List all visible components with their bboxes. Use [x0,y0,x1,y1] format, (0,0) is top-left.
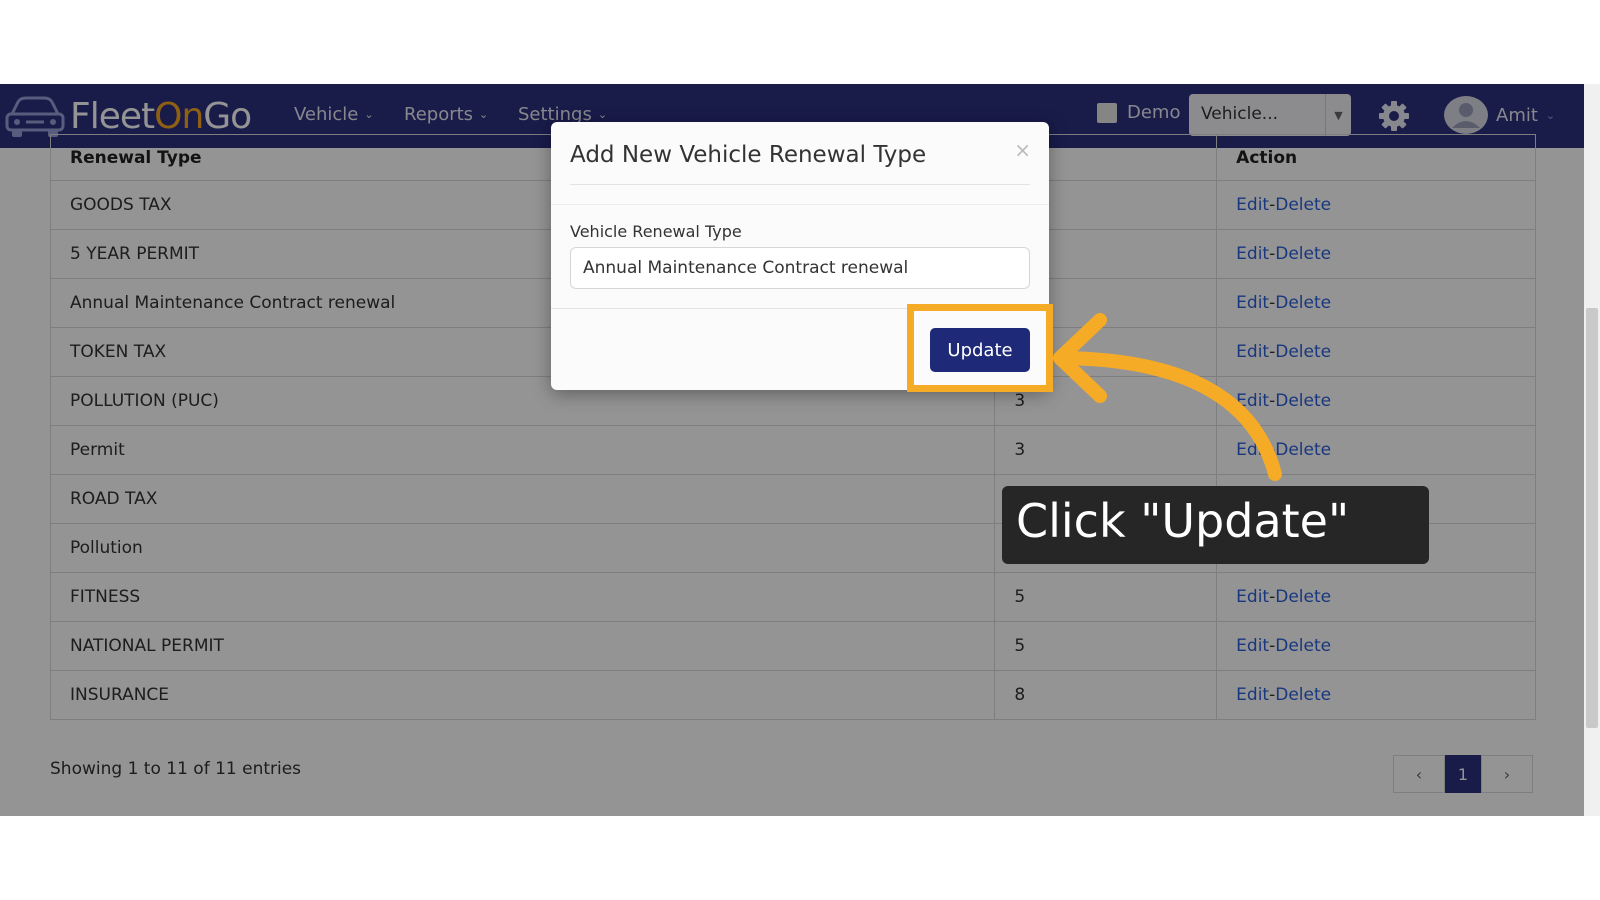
update-button[interactable]: Update [930,328,1030,372]
modal-body-divider [551,204,1049,205]
app-window: FleetOnGo Vehicle ⌄ Reports ⌄ Settings ⌄… [0,84,1584,816]
close-icon[interactable]: × [1014,138,1031,162]
renewal-type-label: Vehicle Renewal Type [570,222,742,241]
scrollbar-thumb[interactable] [1586,308,1598,728]
renewal-type-input[interactable] [570,247,1030,289]
page-scrollbar[interactable] [1584,84,1600,816]
pointer-arrow-icon [1053,313,1282,481]
instruction-callout: Click "Update" [1002,486,1429,564]
modal-title: Add New Vehicle Renewal Type [570,142,927,168]
modal-header-divider [570,184,1030,185]
